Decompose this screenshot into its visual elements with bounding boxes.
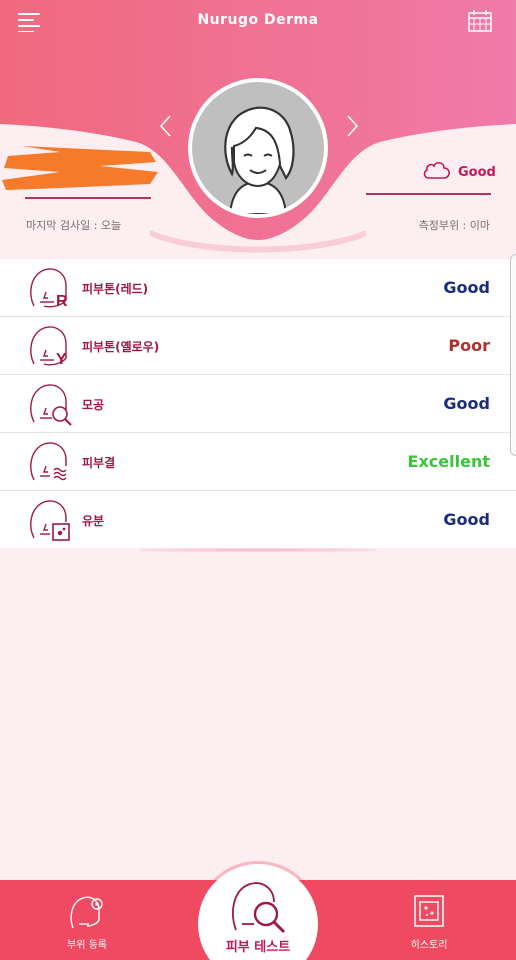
result-label: 모공: [82, 398, 105, 412]
pore-magnifier-icon: [26, 380, 74, 428]
result-label: 피부톤(옐로우): [82, 340, 160, 354]
calendar-icon[interactable]: [468, 10, 492, 32]
area-register-icon: [70, 896, 103, 929]
result-label: 피부결: [82, 456, 116, 470]
nav-label: 부위 등록: [67, 940, 107, 951]
weather-underline: [366, 193, 491, 195]
weather-status-label: Good: [458, 164, 496, 180]
avatar-portrait-icon: [192, 82, 324, 214]
result-row-skin-tone-yellow[interactable]: Y 피부톤(옐로우) Poor: [0, 317, 516, 375]
name-underline: [25, 197, 151, 199]
result-row-pores[interactable]: 모공 Good: [0, 375, 516, 433]
skin-test-magnifier-icon: [232, 882, 286, 934]
app-title: Nurugo Derma: [197, 12, 319, 28]
svg-text:R: R: [56, 293, 68, 310]
result-list: R 피부톤(레드) Good Y 피부톤(옐로우) Poor 모공 Good 피…: [0, 259, 516, 548]
nav-history[interactable]: 히스토리: [384, 894, 474, 954]
profile-header: Nurugo Derma Good 마지막 검사일: 오늘 측정부위: 이마: [0, 0, 516, 260]
result-label: 유분: [82, 514, 105, 528]
result-row-sebum[interactable]: 유분 Good: [0, 491, 516, 549]
nav-area-register[interactable]: 부위 등록: [42, 894, 132, 954]
avatar[interactable]: [188, 78, 328, 218]
cloud-icon: [422, 159, 452, 185]
nav-label: 히스토리: [410, 940, 448, 951]
result-status: Excellent: [407, 452, 490, 471]
weather-status: Good: [422, 160, 496, 184]
result-status: Poor: [448, 336, 490, 355]
top-bar: Nurugo Derma: [0, 0, 516, 44]
face-y-icon: Y: [26, 322, 74, 370]
history-icon: [414, 895, 444, 927]
result-status: Good: [443, 278, 490, 297]
svg-text:Y: Y: [56, 351, 67, 368]
list-shadow: [140, 548, 376, 552]
next-profile-icon[interactable]: [344, 114, 360, 138]
skin-texture-icon: [26, 438, 74, 486]
skin-test-button[interactable]: 피부 테스트: [198, 864, 318, 960]
result-status: Good: [443, 394, 490, 413]
redacted-user-name: [0, 142, 160, 194]
result-status: Good: [443, 510, 490, 529]
scroll-handle[interactable]: [510, 254, 516, 456]
skin-test-label: 피부 테스트: [225, 940, 291, 955]
measure-part: 측정부위 : 이마: [418, 219, 490, 232]
result-row-skin-tone-red[interactable]: R 피부톤(레드) Good: [0, 259, 516, 317]
last-check-date: 마지막 검사일 : 오늘: [26, 219, 122, 232]
result-row-skin-texture[interactable]: 피부결 Excellent: [0, 433, 516, 491]
face-r-icon: R: [26, 264, 74, 312]
result-label: 피부톤(레드): [82, 282, 149, 296]
sebum-icon: [26, 496, 74, 544]
previous-profile-icon[interactable]: [158, 114, 174, 138]
